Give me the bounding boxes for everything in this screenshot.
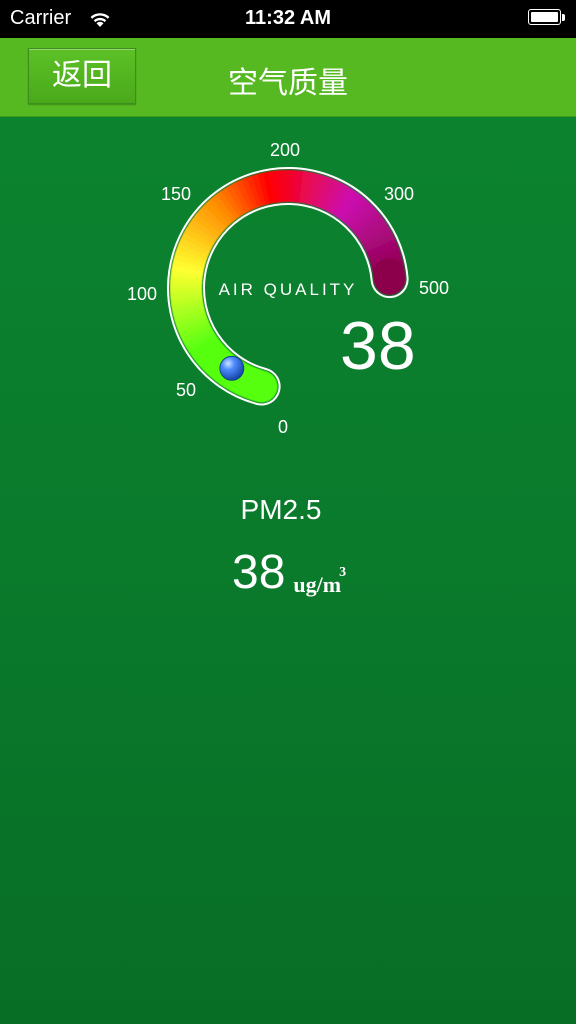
gauge-band-segment <box>373 258 406 296</box>
scale-label-0: 0 <box>278 417 288 437</box>
aqi-value: 38 <box>340 308 416 384</box>
battery-icon <box>528 9 566 27</box>
pm25-reading: 38 ug/m3 <box>232 545 348 601</box>
pm25-label: PM2.5 <box>240 494 322 525</box>
pm25-unit-exponent: 3 <box>339 565 347 580</box>
gauge-indicator <box>219 355 245 381</box>
status-time: 11:32 AM <box>245 7 331 29</box>
pm25-value: 38 <box>232 546 286 599</box>
gauge-caption: AIR QUALITY <box>219 280 358 299</box>
nav-bar: 返回 空气质量 <box>0 38 576 117</box>
air-quality-screen: Carrier 11:32 AM 返回 空气质量 200 150 300 100… <box>0 0 576 1024</box>
aqi-gauge: 200 150 300 100 500 50 0 AIR QUALITY <box>127 140 449 437</box>
scale-label-100: 100 <box>127 284 157 304</box>
pm25-unit: ug/m <box>293 572 342 597</box>
scale-label-200: 200 <box>270 140 300 160</box>
page-title: 空气质量 <box>228 67 348 100</box>
scale-label-300: 300 <box>384 184 414 204</box>
scale-label-150: 150 <box>161 184 191 204</box>
scale-label-500: 500 <box>419 278 449 298</box>
scale-label-50: 50 <box>176 380 196 400</box>
status-bar: Carrier 11:32 AM <box>0 0 576 38</box>
